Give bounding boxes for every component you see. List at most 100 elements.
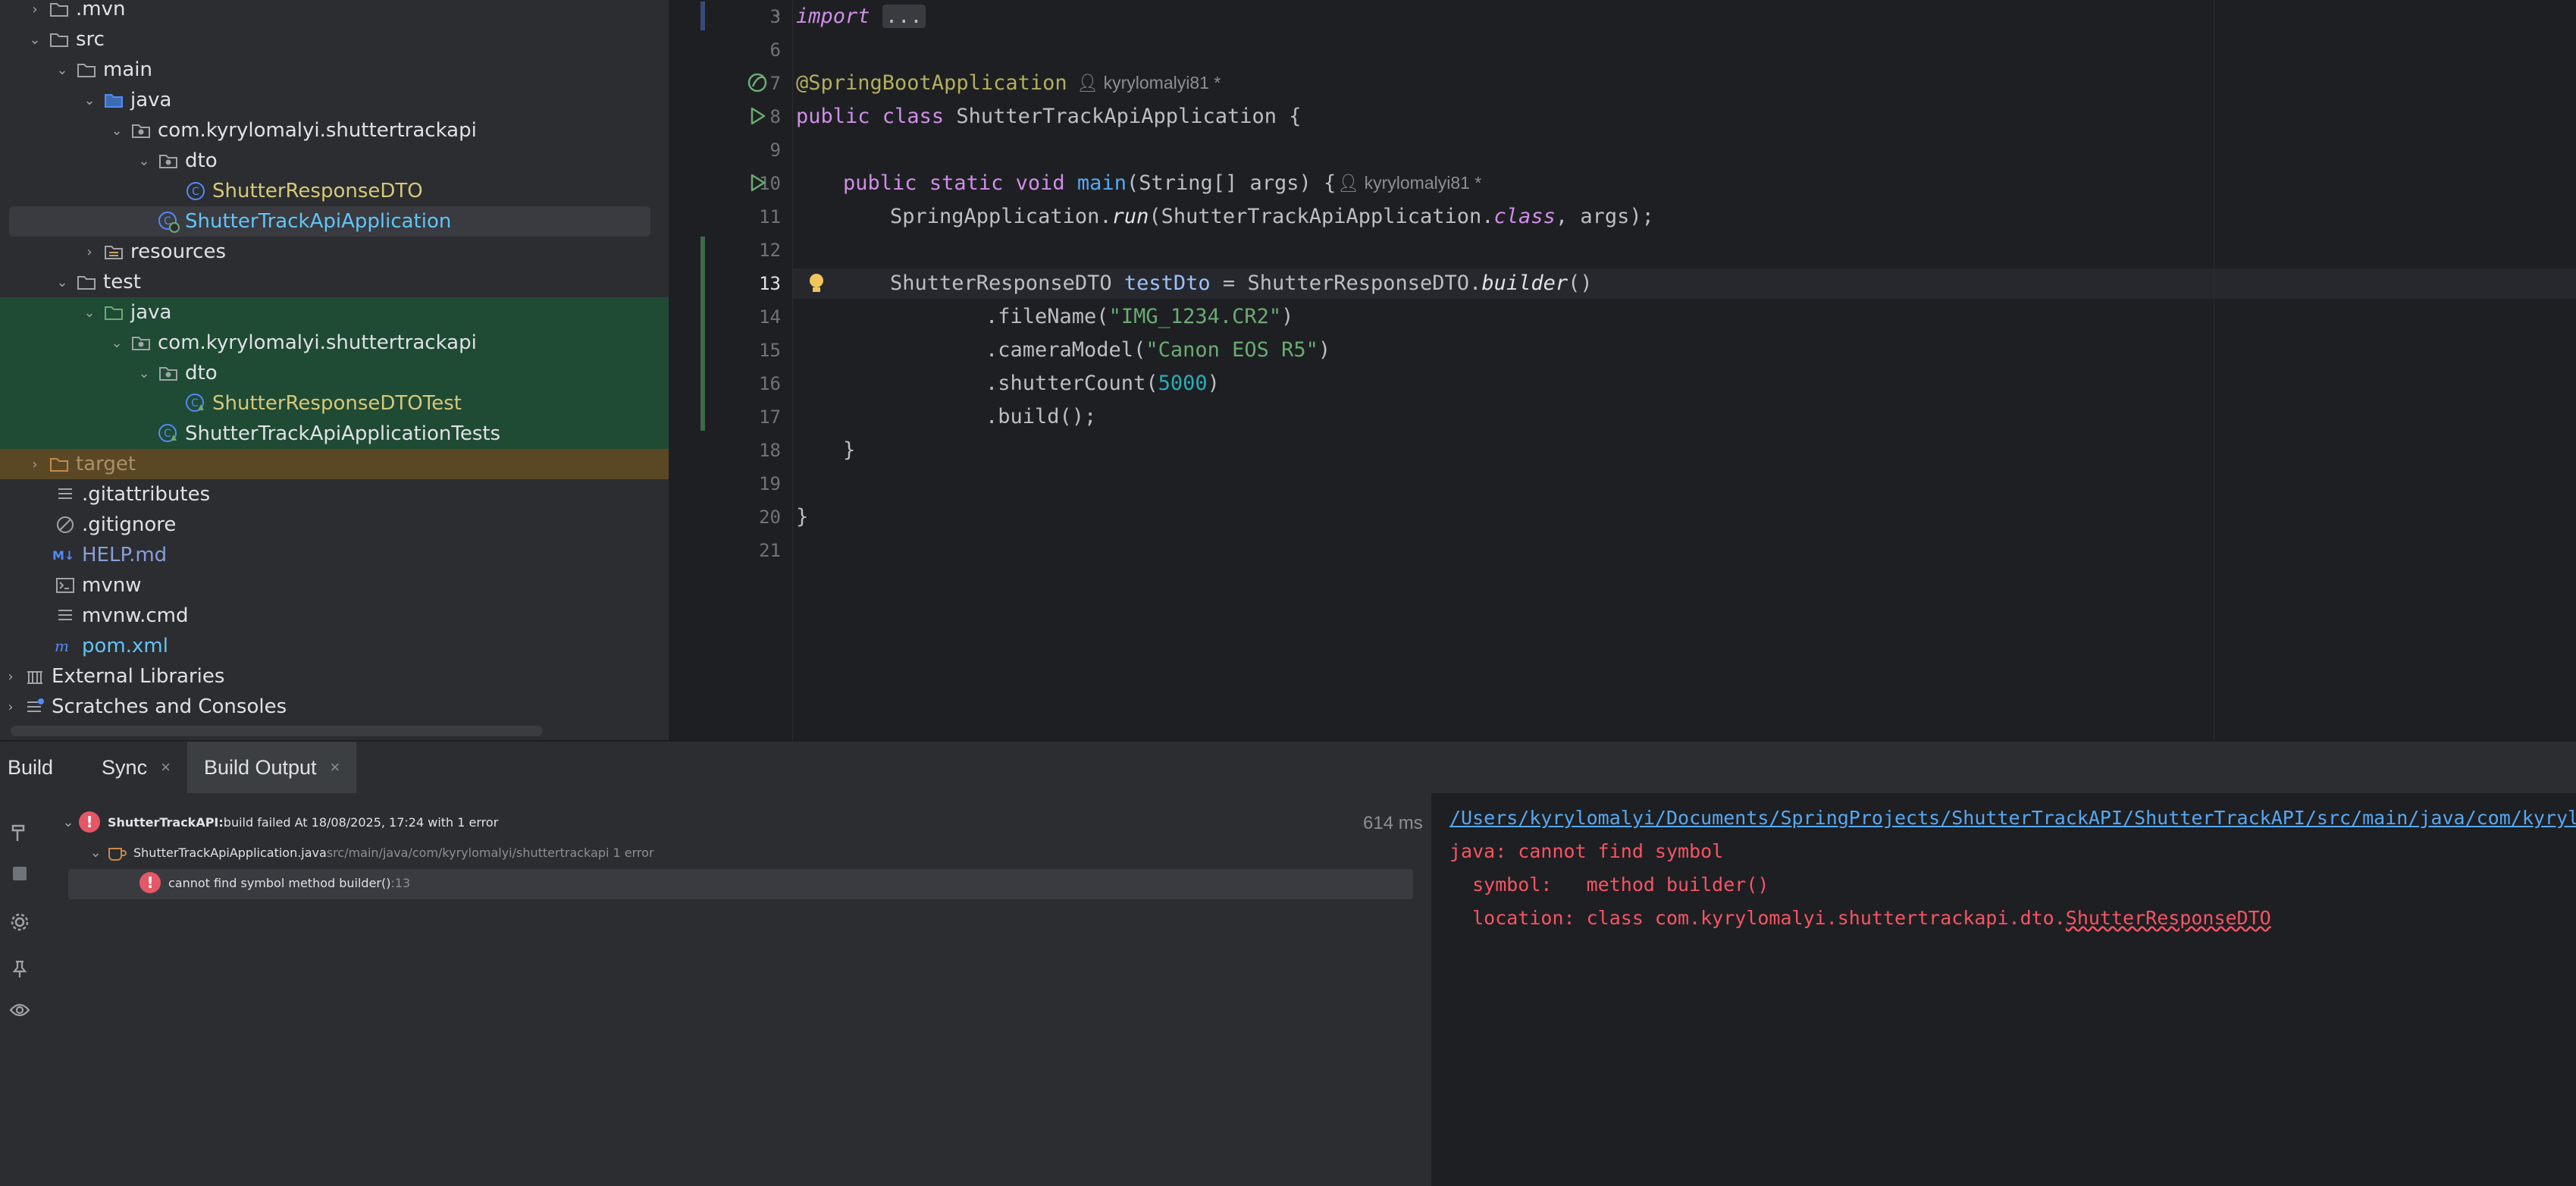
lightbulb-icon[interactable] bbox=[807, 271, 826, 296]
markdown-icon: M↓ bbox=[52, 544, 79, 566]
tree-item-label: dto bbox=[185, 149, 218, 172]
build-root-node[interactable]: ⌄ ! ShutterTrackAPI: build failed At 18/… bbox=[58, 807, 498, 837]
chevron-down-icon[interactable]: ⌄ bbox=[24, 32, 45, 48]
chevron-right-icon[interactable]: › bbox=[24, 457, 45, 472]
code-line-3[interactable]: import ... bbox=[796, 5, 926, 28]
chevron-down-icon[interactable]: ⌄ bbox=[106, 123, 127, 139]
scratches-icon bbox=[21, 695, 49, 718]
tree-item-java-test[interactable]: ⌄ java bbox=[0, 297, 669, 328]
tree-item-target[interactable]: › target bbox=[0, 449, 669, 479]
tree-item-gitattributes[interactable]: .gitattributes bbox=[0, 479, 669, 510]
chevron-down-icon[interactable]: ⌄ bbox=[133, 366, 155, 381]
tree-item-label: pom.xml bbox=[82, 635, 168, 657]
tree-item-mvnw[interactable]: mvnw bbox=[0, 570, 669, 601]
chevron-right-icon[interactable]: › bbox=[773, 5, 782, 23]
code-line-18[interactable]: } bbox=[843, 438, 855, 462]
gear-icon[interactable] bbox=[6, 908, 33, 936]
chevron-down-icon[interactable]: ⌄ bbox=[133, 153, 155, 169]
tree-item-package-main[interactable]: ⌄ com.kyrylomalyi.shuttertrackapi bbox=[0, 115, 669, 146]
line-number: 14 bbox=[759, 306, 781, 328]
build-error-node[interactable]: ! cannot find symbol method builder() :1… bbox=[139, 868, 410, 898]
build-file-path: src/main/java/com/kyrylomalyi/shuttertra… bbox=[326, 845, 654, 860]
code-line-7[interactable]: @SpringBootApplication bbox=[796, 71, 1067, 95]
tree-item-mvnw-cmd[interactable]: mvnw.cmd bbox=[0, 601, 669, 631]
tree-item-java-main[interactable]: ⌄ java bbox=[0, 85, 669, 115]
source-path-link[interactable]: /Users/kyrylomalyi/Documents/SpringProje… bbox=[1449, 807, 2576, 829]
tree-item-resources[interactable]: › resources bbox=[0, 237, 669, 267]
line-number: 12 bbox=[759, 240, 781, 261]
tree-item-gitignore[interactable]: .gitignore bbox=[0, 510, 669, 540]
vcs-added-marker[interactable] bbox=[700, 237, 705, 431]
chevron-down-icon[interactable]: ⌄ bbox=[79, 93, 100, 108]
package-icon bbox=[155, 149, 182, 172]
panel-splitter[interactable] bbox=[1431, 793, 1433, 1186]
code-line-13[interactable]: ShutterResponseDTO testDto = ShutterResp… bbox=[890, 271, 1593, 295]
tree-item-mvn[interactable]: › .mvn bbox=[0, 0, 669, 24]
chevron-down-icon[interactable]: ⌄ bbox=[106, 335, 127, 351]
tree-item-shutter-response-dto-test[interactable]: C ShutterResponseDTOTest bbox=[0, 388, 669, 419]
chevron-right-icon[interactable]: › bbox=[24, 2, 45, 17]
tree-item-pom-xml[interactable]: m pom.xml bbox=[0, 631, 669, 661]
tab-sync[interactable]: Sync × bbox=[70, 742, 187, 793]
code-line-10[interactable]: public static void main(String[] args) { bbox=[843, 171, 1336, 195]
class-reference-link[interactable]: ShutterResponseDTO bbox=[2066, 907, 2271, 929]
run-icon[interactable] bbox=[746, 105, 769, 127]
tree-item-label: target bbox=[76, 453, 136, 475]
tree-item-test[interactable]: ⌄ test bbox=[0, 267, 669, 297]
tree-item-shutter-track-api-application-tests[interactable]: C ShutterTrackApiApplicationTests bbox=[0, 419, 669, 449]
code-line-8[interactable]: public class ShutterTrackApiApplication … bbox=[796, 105, 1302, 128]
error-icon: ! bbox=[139, 872, 161, 893]
tree-item-package-test[interactable]: ⌄ com.kyrylomalyi.shuttertrackapi bbox=[0, 328, 669, 358]
project-horizontal-scrollbar[interactable] bbox=[11, 726, 543, 736]
folded-imports[interactable]: ... bbox=[882, 5, 926, 28]
tab-build-output[interactable]: Build Output × bbox=[186, 742, 357, 793]
eye-icon[interactable] bbox=[6, 996, 33, 1024]
tree-item-src[interactable]: ⌄ src bbox=[0, 24, 669, 55]
chevron-down-icon[interactable]: ⌄ bbox=[85, 845, 106, 861]
build-output-console[interactable]: /Users/kyrylomalyi/Documents/SpringProje… bbox=[1431, 793, 2576, 1186]
code-line-16[interactable]: .shutterCount(5000) bbox=[986, 372, 1220, 395]
tree-item-dto-test[interactable]: ⌄ dto bbox=[0, 358, 669, 388]
chevron-right-icon[interactable]: › bbox=[0, 669, 21, 685]
test-source-folder-icon bbox=[100, 301, 127, 324]
chevron-right-icon[interactable]: › bbox=[79, 244, 100, 260]
tree-item-main[interactable]: ⌄ main bbox=[0, 55, 669, 85]
line-number: 21 bbox=[759, 540, 781, 561]
tree-item-label: Scratches and Consoles bbox=[52, 695, 287, 718]
tree-item-shutter-response-dto[interactable]: C ShutterResponseDTO bbox=[0, 176, 669, 206]
author-inlay-hint[interactable]: 👤︎ kyrylomalyi81 * bbox=[1076, 73, 1221, 93]
close-icon[interactable]: × bbox=[161, 758, 171, 777]
stop-icon[interactable] bbox=[6, 860, 33, 887]
code-line-20[interactable]: } bbox=[796, 505, 808, 529]
tree-item-scratches[interactable]: › Scratches and Consoles bbox=[0, 692, 669, 722]
tree-item-dto-main[interactable]: ⌄ dto bbox=[0, 146, 669, 176]
console-line: java: cannot find symbol bbox=[1449, 840, 1724, 862]
spring-bean-gutter-icon[interactable] bbox=[746, 71, 769, 94]
chevron-down-icon[interactable]: ⌄ bbox=[79, 305, 100, 321]
tree-item-label: src bbox=[76, 28, 105, 51]
tree-item-shutter-track-api-application[interactable]: C ShutterTrackApiApplication bbox=[0, 206, 669, 237]
tree-item-label: test bbox=[103, 271, 141, 293]
close-icon[interactable]: × bbox=[331, 758, 340, 777]
code-line-17[interactable]: .build(); bbox=[986, 405, 1096, 428]
tree-item-help-md[interactable]: M↓ HELP.md bbox=[0, 540, 669, 570]
tree-item-label: dto bbox=[185, 362, 218, 384]
tree-item-label: ShutterResponseDTOTest bbox=[212, 392, 462, 415]
hammer-icon[interactable] bbox=[6, 819, 33, 846]
chevron-down-icon[interactable]: ⌄ bbox=[52, 275, 73, 290]
tree-item-external-libraries[interactable]: › External Libraries bbox=[0, 661, 669, 692]
chevron-down-icon[interactable]: ⌄ bbox=[58, 814, 79, 830]
build-file-name: ShutterTrackApiApplication.java bbox=[133, 845, 327, 860]
chevron-down-icon[interactable]: ⌄ bbox=[52, 62, 73, 78]
code-line-15[interactable]: .cameraModel("Canon EOS R5") bbox=[986, 338, 1330, 362]
console-line: symbol: method builder() bbox=[1449, 874, 1769, 896]
author-inlay-hint[interactable]: 👤︎ kyrylomalyi81 * bbox=[1337, 173, 1481, 193]
chevron-right-icon[interactable]: › bbox=[0, 699, 21, 715]
svg-text:C: C bbox=[192, 186, 199, 198]
build-file-node[interactable]: ⌄ ShutterTrackApiApplication.java src/ma… bbox=[85, 837, 654, 868]
run-icon[interactable] bbox=[746, 171, 769, 194]
code-line-11[interactable]: SpringApplication.run(ShutterTrackApiApp… bbox=[890, 205, 1654, 228]
pin-icon[interactable] bbox=[6, 955, 33, 983]
line-number: 16 bbox=[759, 373, 781, 394]
code-line-14[interactable]: .fileName("IMG_1234.CR2") bbox=[986, 305, 1293, 328]
